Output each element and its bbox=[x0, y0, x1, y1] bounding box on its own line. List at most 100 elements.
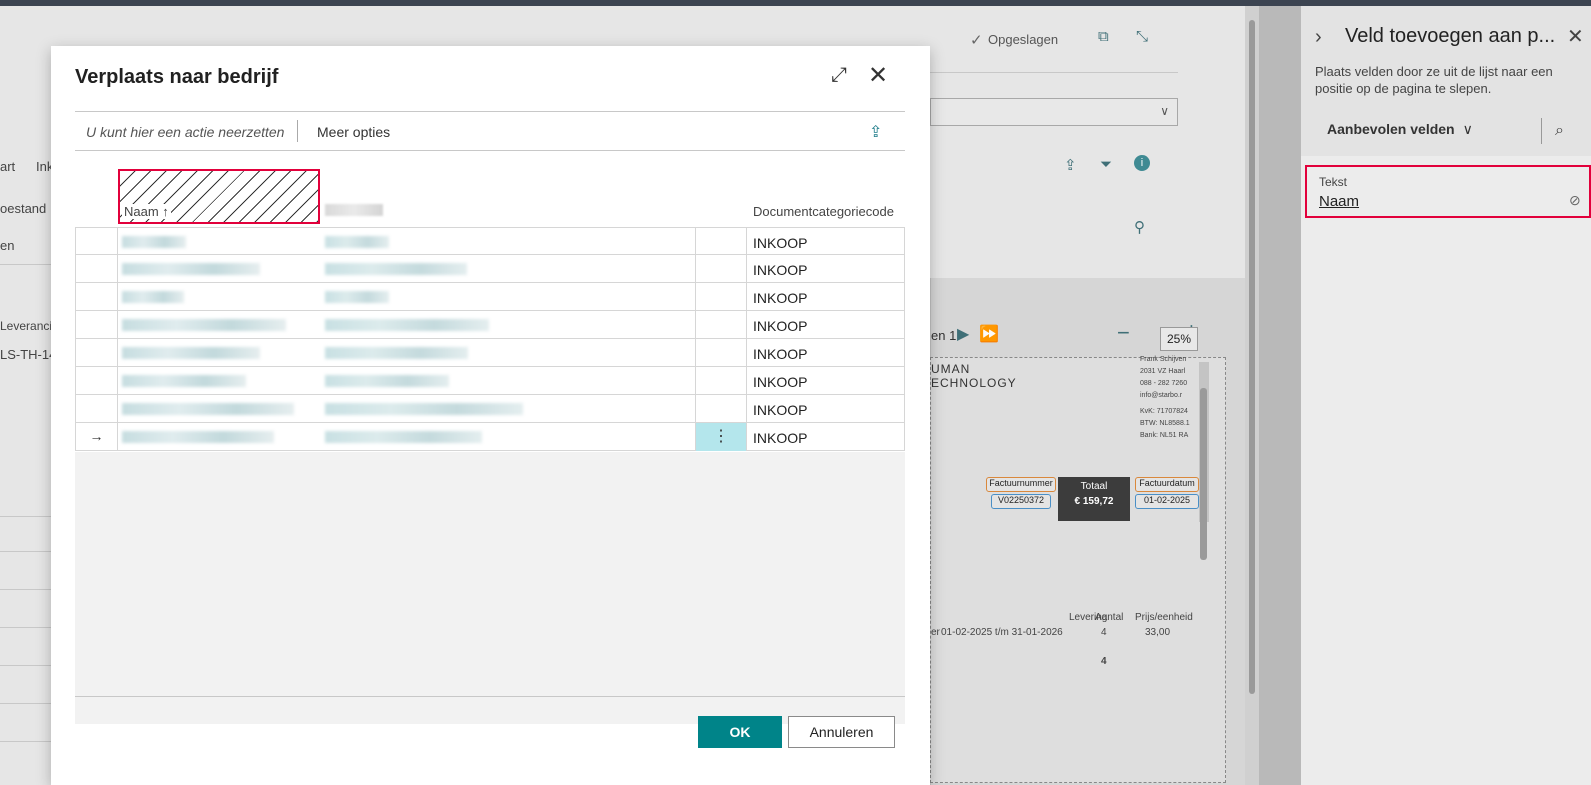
redacted-company-display-name bbox=[325, 431, 482, 443]
field-name[interactable]: Naam bbox=[1319, 193, 1359, 210]
document-category-cell: INKOOP bbox=[753, 346, 808, 362]
table-row[interactable]: INKOOP bbox=[75, 283, 905, 311]
chevron-down-icon: ∨ bbox=[1160, 104, 1169, 118]
address-line: 2031 VZ Haarl bbox=[1140, 368, 1186, 375]
column-header-redacted[interactable] bbox=[325, 204, 383, 216]
company-name-line: UMAN bbox=[931, 362, 971, 376]
row-menu-icon[interactable] bbox=[695, 255, 747, 283]
row-selector[interactable] bbox=[75, 339, 118, 367]
line-quantity: 4 bbox=[1101, 627, 1107, 638]
row-menu-icon[interactable] bbox=[695, 283, 747, 311]
row-menu-icon[interactable] bbox=[695, 367, 747, 395]
line-description: er bbox=[931, 627, 940, 638]
background-tab-text: art bbox=[0, 159, 16, 174]
row-selector[interactable] bbox=[75, 367, 118, 395]
document-category-cell: INKOOP bbox=[753, 374, 808, 390]
row-menu-icon[interactable] bbox=[695, 395, 747, 423]
row-menu-icon[interactable] bbox=[695, 228, 747, 256]
redacted-company-name bbox=[122, 431, 274, 443]
next-page-icon[interactable]: ▶ bbox=[957, 324, 969, 344]
redacted-company-name bbox=[122, 403, 294, 415]
invoice-date-value: 01-02-2025 bbox=[1135, 494, 1199, 509]
chevron-right-icon[interactable]: › bbox=[1315, 26, 1322, 49]
redacted-company-name bbox=[122, 319, 286, 331]
expand-icon[interactable]: ⤢ bbox=[831, 64, 847, 87]
document-category-cell: INKOOP bbox=[753, 402, 808, 418]
background-field-value: LS-TH-14 bbox=[0, 347, 57, 362]
line-delivery: 01-02-2025 t/m 31-01-2026 bbox=[941, 627, 1063, 638]
column-header-name[interactable]: Naam ↑ bbox=[122, 204, 171, 219]
column-header-category[interactable]: Documentcategoriecode bbox=[753, 204, 894, 219]
row-selector[interactable] bbox=[75, 395, 118, 423]
row-menu-icon[interactable] bbox=[695, 311, 747, 339]
invoice-preview: UMAN ECHNOLOGY Frank Schijven 2031 VZ Ha… bbox=[930, 356, 1226, 783]
table-row[interactable]: INKOOP bbox=[75, 227, 905, 256]
table-row[interactable]: INKOOP bbox=[75, 395, 905, 423]
redacted-company-display-name bbox=[325, 375, 449, 387]
action-placeholder[interactable]: U kunt hier een actie neerzetten bbox=[86, 124, 284, 140]
filter-icon[interactable]: ⏷ bbox=[1100, 156, 1112, 173]
collapse-icon[interactable]: ⤡ bbox=[1136, 28, 1148, 45]
address-line: Frank Schijven bbox=[1140, 356, 1187, 363]
table-row[interactable]: INKOOP bbox=[75, 339, 905, 367]
line-price: 33,00 bbox=[1145, 627, 1171, 638]
table-row[interactable]: INKOOP bbox=[75, 311, 905, 339]
redacted-company-display-name bbox=[325, 403, 523, 415]
invoice-number-value: V02250372 bbox=[991, 494, 1051, 509]
row-selector[interactable]: → bbox=[75, 423, 118, 451]
address-line: KvK: 71707824 bbox=[1140, 408, 1188, 415]
table-row[interactable]: INKOOP bbox=[75, 255, 905, 283]
zoom-level[interactable]: 25% bbox=[1160, 327, 1198, 351]
redacted-company-display-name bbox=[325, 291, 389, 303]
background-action-text: en bbox=[0, 238, 15, 253]
redacted-company-name bbox=[122, 291, 184, 303]
action-bar: U kunt hier een actie neerzetten Meer op… bbox=[75, 111, 905, 151]
field-item-naam[interactable]: Tekst Naam ⊘ bbox=[1305, 165, 1591, 218]
background-action-text: oestand bbox=[0, 201, 47, 216]
row-selector[interactable] bbox=[75, 228, 118, 256]
more-options-button[interactable]: Meer opties bbox=[317, 124, 390, 140]
cancel-button[interactable]: Annuleren bbox=[788, 716, 895, 748]
redacted-company-name bbox=[122, 263, 260, 275]
close-icon[interactable]: ✕ bbox=[1567, 24, 1584, 49]
field-type-label: Tekst bbox=[1319, 175, 1348, 189]
invoice-date-label: Factuurdatum bbox=[1135, 477, 1199, 492]
redacted-company-name bbox=[122, 375, 246, 387]
invoice-number-label: Factuurnummer bbox=[986, 477, 1056, 492]
share-icon[interactable]: ⇪ bbox=[869, 122, 882, 142]
zoom-out-icon[interactable]: − bbox=[1117, 320, 1130, 346]
background-select[interactable]: ∨ bbox=[930, 98, 1178, 126]
redacted-company-display-name bbox=[325, 319, 489, 331]
document-category-cell: INKOOP bbox=[753, 262, 808, 278]
open-new-window-icon[interactable]: ⧉ bbox=[1098, 28, 1109, 45]
share-icon[interactable]: ⇪ bbox=[1064, 156, 1077, 174]
recommended-fields-dropdown[interactable]: Aanbevolen velden ∨ bbox=[1327, 121, 1473, 138]
pin-icon[interactable]: ⚲ bbox=[1134, 218, 1145, 236]
document-category-cell: INKOOP bbox=[753, 430, 808, 446]
row-selector[interactable] bbox=[75, 255, 118, 283]
total-quantity: 4 bbox=[1101, 656, 1107, 667]
redacted-company-display-name bbox=[325, 263, 467, 275]
row-selector[interactable] bbox=[75, 311, 118, 339]
last-page-icon[interactable]: ⏩ bbox=[979, 324, 999, 344]
close-icon[interactable]: ✕ bbox=[868, 61, 888, 90]
info-icon[interactable]: i bbox=[1134, 155, 1150, 171]
redacted-company-name bbox=[122, 347, 260, 359]
table-row[interactable]: → ⋮ INKOOP bbox=[75, 423, 905, 451]
company-list: Naam ↑ Documentcategoriecode INKOOP INKOO… bbox=[75, 152, 905, 724]
eye-hidden-icon[interactable]: ⊘ bbox=[1569, 192, 1581, 209]
table-row[interactable]: INKOOP bbox=[75, 367, 905, 395]
address-line: BTW: NL8588.1 bbox=[1140, 420, 1190, 427]
invoice-total: Totaal € 159,72 bbox=[1058, 477, 1130, 521]
dialog-title: Verplaats naar bedrijf bbox=[75, 66, 279, 88]
recommended-fields-label: Aanbevolen velden bbox=[1327, 121, 1455, 137]
row-menu-icon[interactable] bbox=[695, 339, 747, 367]
row-menu-icon[interactable]: ⋮ bbox=[695, 423, 747, 451]
page-scrollbar[interactable] bbox=[1245, 6, 1259, 785]
search-icon[interactable]: ⌕ bbox=[1555, 122, 1564, 140]
ok-button[interactable]: OK bbox=[698, 716, 782, 748]
address-line: info@starbo.r bbox=[1140, 392, 1183, 399]
row-selector[interactable] bbox=[75, 283, 118, 311]
move-to-company-dialog: Verplaats naar bedrijf ⤢ ✕ U kunt hier e… bbox=[51, 46, 930, 785]
line-header-price: Prijs/eenheid bbox=[1135, 612, 1193, 623]
